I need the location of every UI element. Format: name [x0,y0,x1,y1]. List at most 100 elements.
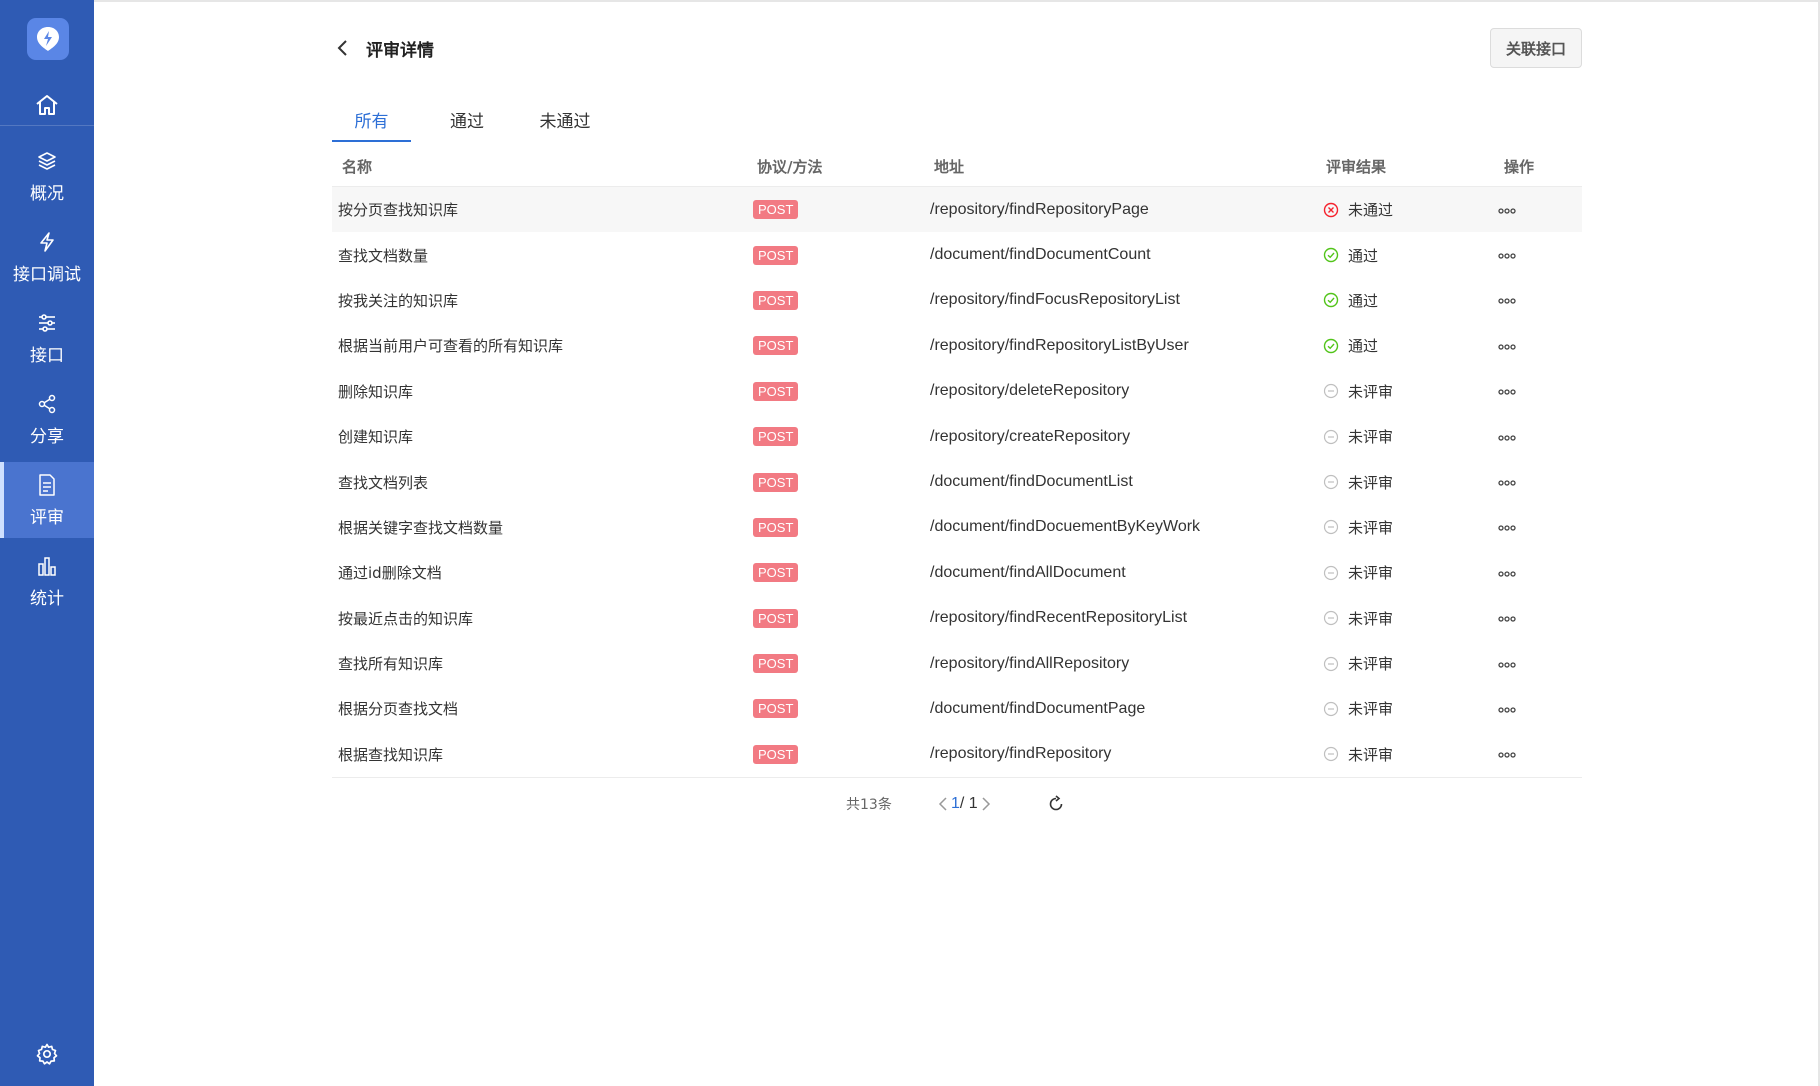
sidebar-item-overview[interactable]: 概况 [0,138,94,214]
method-cell: POST [753,187,799,232]
api-name[interactable]: 根据分页查找文档 [338,686,458,731]
link-api-button[interactable]: 关联接口 [1490,28,1582,68]
review-result-label: 未评审 [1348,609,1394,628]
table-row[interactable]: 根据查找知识库 POST/repository/findRepository 未评审 [332,732,1582,777]
more-actions-icon[interactable] [1498,292,1516,308]
row-actions [1498,369,1516,414]
pending-status-icon [1322,473,1340,491]
sidebar: 概况 接口调试 接口 分享 评审 统计 [0,0,94,1086]
more-actions-icon[interactable] [1498,338,1516,354]
gear-icon [36,1043,58,1065]
method-badge: POST [753,200,799,220]
method-cell: POST [753,414,799,459]
method-badge: POST [753,744,799,764]
more-actions-icon[interactable] [1498,610,1516,626]
sidebar-item-share[interactable]: 分享 [0,381,94,457]
next-page-button[interactable] [978,794,994,814]
table-row[interactable]: 通过id删除文档 POST/document/findAllDocument 未评审 [332,550,1582,595]
api-path: /document/findAllDocument [930,563,1126,581]
lightning-icon [36,230,58,254]
fail-status-icon [1322,201,1340,219]
row-actions [1498,187,1516,232]
api-name[interactable]: 根据关键字查找文档数量 [338,505,503,550]
prev-page-button[interactable] [935,794,951,814]
review-result: 未评审 [1322,459,1393,504]
page-title: 评审详情 [366,40,434,61]
api-path: /repository/findRecentRepositoryList [930,609,1188,627]
api-name[interactable]: 查找所有知识库 [338,641,443,686]
sliders-icon [36,311,58,335]
row-actions [1498,278,1516,323]
table-row[interactable]: 根据分页查找文档 POST/document/findDocumentPage 未评… [332,686,1582,731]
tab-passed[interactable]: 通过 [432,96,502,142]
method-cell: POST [753,641,799,686]
review-result-label: 通过 [1348,337,1379,356]
pass-status-icon [1322,337,1340,355]
review-result-label: 未评审 [1348,564,1394,583]
api-name[interactable]: 根据当前用户可查看的所有知识库 [338,323,563,368]
review-result: 未评审 [1322,641,1393,686]
row-actions [1498,596,1516,641]
share-icon [36,392,58,416]
tab-failed[interactable]: 未通过 [522,96,608,142]
home-button[interactable] [0,84,94,126]
more-actions-icon[interactable] [1498,656,1516,672]
method-cell: POST [753,596,799,641]
more-actions-icon[interactable] [1498,202,1516,218]
table-body: 按分页查找知识库 POST/repository/findRepositoryPa… [332,187,1582,777]
sidebar-item-statistics[interactable]: 统计 [0,543,94,619]
api-name[interactable]: 通过id删除文档 [338,550,442,595]
api-path: /repository/createRepository [930,427,1131,445]
pending-status-icon [1322,609,1340,627]
table-row[interactable]: 根据关键字查找文档数量 POST/document/findDocuementBy… [332,505,1582,550]
pass-status-icon [1322,291,1340,309]
api-name[interactable]: 删除知识库 [338,369,413,414]
review-result: 未评审 [1322,369,1393,414]
api-name[interactable]: 创建知识库 [338,414,413,459]
api-path: /repository/findRepository [930,745,1112,763]
table-row[interactable]: 按最近点击的知识库 POST/repository/findRecentRepos… [332,596,1582,641]
column-header-method: 协议/方法 [757,157,823,176]
api-name[interactable]: 根据查找知识库 [338,732,443,777]
more-actions-icon[interactable] [1498,247,1516,263]
sidebar-item-label: 接口 [30,345,64,366]
api-name[interactable]: 查找文档列表 [338,459,428,504]
pending-status-icon [1322,655,1340,673]
more-actions-icon[interactable] [1498,565,1516,581]
api-path: /document/findDocumentCount [930,246,1151,264]
api-path: /repository/findFocusRepositoryList [930,291,1180,309]
refresh-button[interactable] [1047,790,1065,818]
table-row[interactable]: 查找文档列表 POST/document/findDocumentList 未评审 [332,459,1582,504]
pending-status-icon [1322,428,1340,446]
page-header: 评审详情 [332,30,434,66]
more-actions-icon[interactable] [1498,746,1516,762]
sidebar-item-review[interactable]: 评审 [0,462,94,538]
tab-all[interactable]: 所有 [332,96,411,142]
method-badge: POST [753,517,799,537]
table-row[interactable]: 查找所有知识库 POST/repository/findAllRepository… [332,641,1582,686]
row-actions [1498,414,1516,459]
back-button[interactable] [332,37,354,59]
sidebar-item-api-debug[interactable]: 接口调试 [0,219,94,295]
review-result: 未评审 [1322,505,1393,550]
row-actions [1498,686,1516,731]
api-name[interactable]: 查找文档数量 [338,232,428,277]
sidebar-item-api[interactable]: 接口 [0,300,94,376]
more-actions-icon[interactable] [1498,429,1516,445]
api-name[interactable]: 按最近点击的知识库 [338,596,473,641]
app-logo[interactable] [27,18,69,60]
more-actions-icon[interactable] [1498,519,1516,535]
api-name[interactable]: 按我关注的知识库 [338,278,458,323]
table-row[interactable]: 查找文档数量 POST/document/findDocumentCount 通过 [332,232,1582,277]
table-row[interactable]: 删除知识库 POST/repository/deleteRepository 未评审 [332,369,1582,414]
api-name[interactable]: 按分页查找知识库 [338,187,458,232]
more-actions-icon[interactable] [1498,701,1516,717]
table-row[interactable]: 按我关注的知识库 POST/repository/findFocusReposit… [332,278,1582,323]
settings-button[interactable] [33,1040,61,1068]
table-row[interactable]: 按分页查找知识库 POST/repository/findRepositoryPa… [332,187,1582,233]
table-row[interactable]: 创建知识库 POST/repository/createRepository 未评审 [332,414,1582,459]
table-row[interactable]: 根据当前用户可查看的所有知识库 POST/repository/findRepos… [332,323,1582,368]
more-actions-icon[interactable] [1498,383,1516,399]
review-result-label: 通过 [1348,246,1379,265]
more-actions-icon[interactable] [1498,474,1516,490]
